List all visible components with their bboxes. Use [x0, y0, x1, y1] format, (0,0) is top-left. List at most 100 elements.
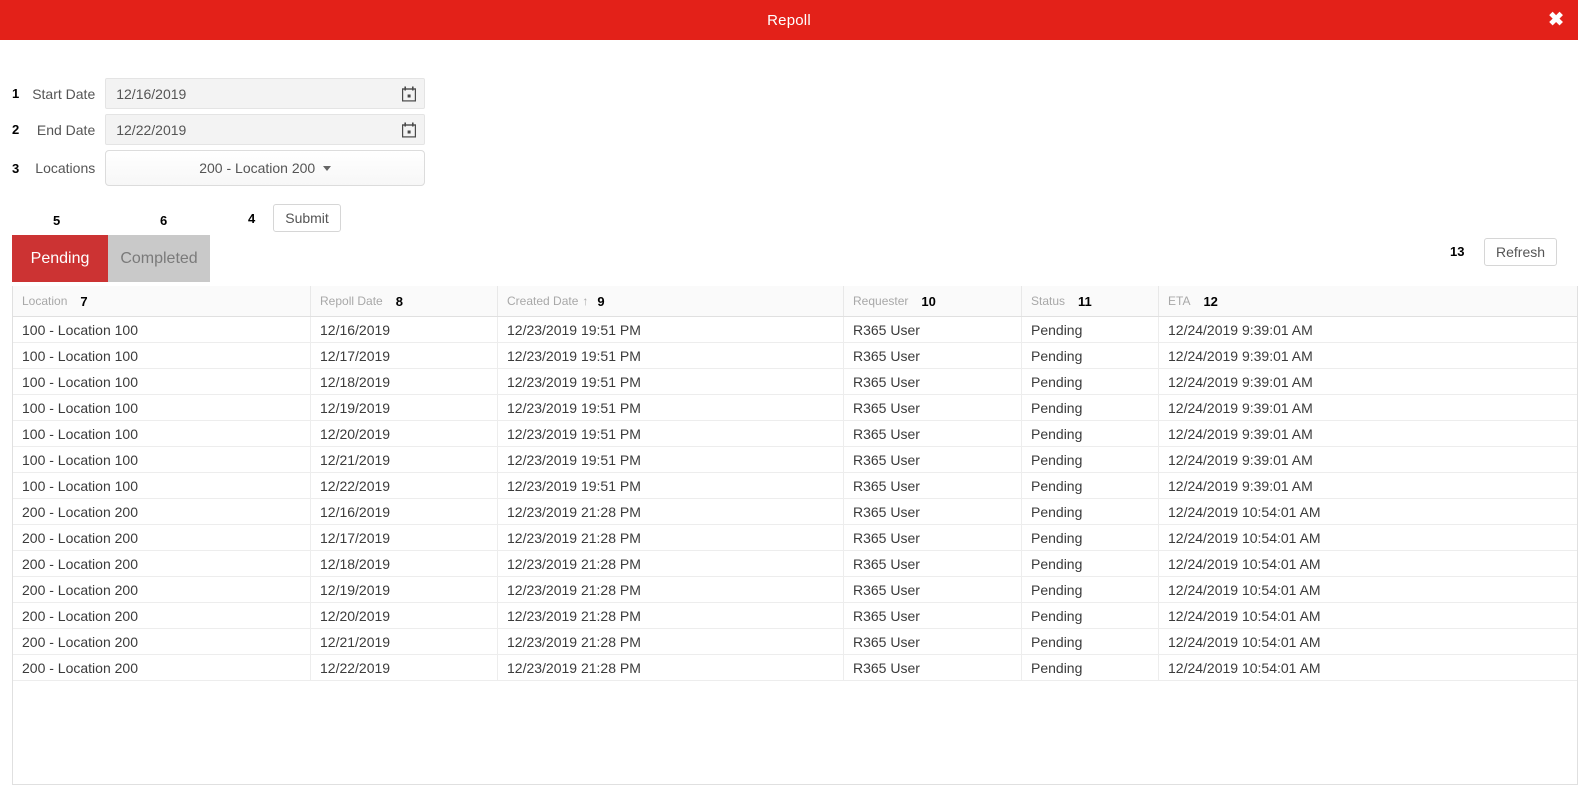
- annotation-12: 12: [1203, 293, 1218, 309]
- cell-eta: 12/24/2019 10:54:01 AM: [1168, 529, 1321, 546]
- table-row[interactable]: 100 - Location 100 12/21/2019 12/23/2019 1…: [13, 447, 1577, 473]
- cell-created-date: 12/23/2019 21:28 PM: [498, 603, 844, 628]
- cell-created-date: 12/23/2019 21:28 PM: [498, 629, 844, 654]
- cell-status: Pending: [1022, 395, 1159, 420]
- table-row[interactable]: 200 - Location 200 12/18/2019 12/23/2019 2…: [13, 551, 1577, 577]
- cell-repoll-date: 12/18/2019: [311, 369, 498, 394]
- calendar-icon[interactable]: [402, 86, 417, 102]
- table-row[interactable]: 100 - Location 100 12/20/2019 12/23/2019 1…: [13, 421, 1577, 447]
- column-header-requester[interactable]: Requester 10: [844, 286, 1022, 316]
- annotation-5: 5: [53, 213, 61, 228]
- cell-repoll-date: 12/22/2019: [311, 473, 498, 498]
- annotation-9: 9: [597, 293, 605, 309]
- end-date-label: End Date: [36, 121, 96, 138]
- cell-repoll-date: 12/17/2019: [311, 343, 498, 368]
- locations-dropdown[interactable]: 200 - Location 200: [105, 150, 426, 186]
- locations-label: Locations: [35, 160, 96, 176]
- annotation-3: 3: [12, 160, 20, 176]
- refresh-button[interactable]: Refresh: [1484, 238, 1558, 266]
- cell-requester: R365 User: [844, 369, 1022, 394]
- cell-status: Pending: [1022, 317, 1159, 342]
- table-row[interactable]: 100 - Location 100 12/19/2019 12/23/2019 1…: [13, 395, 1577, 421]
- grid-header-row: Location 7 Repoll Date 8 Created Date ↑ …: [13, 286, 1577, 317]
- cell-location: 100 - Location 100: [13, 421, 311, 446]
- column-header-eta[interactable]: ETA 12: [1159, 286, 1577, 316]
- cell-requester: R365 User: [844, 603, 1022, 628]
- cell-created-date: 12/23/2019 21:28 PM: [498, 577, 844, 602]
- column-header-status[interactable]: Status 11: [1022, 286, 1159, 316]
- tab-pending[interactable]: Pending: [12, 235, 108, 282]
- cell-requester: R365 User: [844, 525, 1022, 550]
- cell-eta: 12/24/2019 9:39:01 AM: [1168, 321, 1313, 338]
- cell-status: Pending: [1022, 629, 1159, 654]
- cell-requester: R365 User: [844, 629, 1022, 654]
- cell-requester: R365 User: [844, 317, 1022, 342]
- cell-location: 100 - Location 100: [13, 447, 311, 472]
- cell-created-date: 12/23/2019 21:28 PM: [498, 499, 844, 524]
- table-row[interactable]: 200 - Location 200 12/17/2019 12/23/2019 2…: [13, 525, 1577, 551]
- sort-ascending-icon: ↑: [582, 294, 589, 308]
- tab-completed-label: Completed: [120, 249, 198, 267]
- cell-repoll-date: 12/20/2019: [311, 603, 498, 628]
- cell-location: 100 - Location 100: [13, 369, 311, 394]
- tab-bar: Pending Completed: [12, 235, 210, 282]
- cell-requester: R365 User: [844, 447, 1022, 472]
- cell-repoll-date: 12/18/2019: [311, 551, 498, 576]
- table-row[interactable]: 200 - Location 200 12/19/2019 12/23/2019 2…: [13, 577, 1577, 603]
- table-row[interactable]: 100 - Location 100 12/17/2019 12/23/2019 1…: [13, 343, 1577, 369]
- column-header-created-date[interactable]: Created Date ↑ 9: [498, 286, 844, 316]
- tab-completed[interactable]: Completed: [108, 235, 210, 282]
- cell-location: 100 - Location 100: [13, 395, 311, 420]
- table-row[interactable]: 200 - Location 200 12/21/2019 12/23/2019 2…: [13, 629, 1577, 655]
- annotation-8: 8: [395, 293, 403, 309]
- cell-status: Pending: [1022, 603, 1159, 628]
- table-row[interactable]: 200 - Location 200 12/20/2019 12/23/2019 2…: [13, 603, 1577, 629]
- tab-pending-label: Pending: [30, 249, 90, 267]
- table-row[interactable]: 200 - Location 200 12/22/2019 12/23/2019 2…: [13, 655, 1577, 681]
- column-header-repoll-date[interactable]: Repoll Date 8: [311, 286, 498, 316]
- table-row[interactable]: 100 - Location 100 12/18/2019 12/23/2019 1…: [13, 369, 1577, 395]
- calendar-icon[interactable]: [402, 122, 417, 138]
- cell-repoll-date: 12/17/2019: [311, 525, 498, 550]
- cell-eta: 12/24/2019 9:39:01 AM: [1168, 399, 1313, 416]
- cell-location: 100 - Location 100: [13, 317, 311, 342]
- annotation-6: 6: [160, 213, 168, 228]
- cell-location: 200 - Location 200: [13, 499, 311, 524]
- cell-created-date: 12/23/2019 19:51 PM: [498, 473, 844, 498]
- table-row[interactable]: 100 - Location 100 12/16/2019 12/23/2019 1…: [13, 317, 1577, 343]
- submit-button[interactable]: Submit: [273, 204, 341, 232]
- grid-body: 100 - Location 100 12/16/2019 12/23/2019 1…: [13, 317, 1577, 681]
- cell-created-date: 12/23/2019 19:51 PM: [498, 317, 844, 342]
- modal-header: Repoll ✖: [0, 0, 1578, 40]
- start-date-wrap: [105, 78, 426, 109]
- annotation-2: 2: [12, 122, 20, 137]
- close-icon[interactable]: ✖: [1548, 11, 1564, 30]
- cell-status: Pending: [1022, 551, 1159, 576]
- cell-requester: R365 User: [844, 395, 1022, 420]
- column-header-location[interactable]: Location 7: [13, 286, 311, 316]
- cell-eta: 12/24/2019 9:39:01 AM: [1168, 477, 1313, 494]
- cell-location: 100 - Location 100: [13, 473, 311, 498]
- cell-eta: 12/24/2019 10:54:01 AM: [1168, 633, 1321, 650]
- table-row[interactable]: 200 - Location 200 12/16/2019 12/23/2019 2…: [13, 499, 1577, 525]
- cell-requester: R365 User: [844, 421, 1022, 446]
- end-date-input[interactable]: [105, 114, 426, 145]
- cell-location: 200 - Location 200: [13, 525, 311, 550]
- caret-down-icon: [323, 165, 332, 171]
- cell-repoll-date: 12/22/2019: [311, 655, 498, 680]
- table-row[interactable]: 100 - Location 100 12/22/2019 12/23/2019 1…: [13, 473, 1577, 499]
- start-date-row: 1 Start Date: [12, 78, 426, 109]
- column-header-created-date-label: Created Date: [507, 294, 579, 308]
- start-date-input[interactable]: [105, 78, 426, 109]
- cell-repoll-date: 12/20/2019: [311, 421, 498, 446]
- cell-created-date: 12/23/2019 21:28 PM: [498, 525, 844, 550]
- cell-created-date: 12/23/2019 19:51 PM: [498, 343, 844, 368]
- cell-requester: R365 User: [844, 343, 1022, 368]
- repoll-grid: Location 7 Repoll Date 8 Created Date ↑ …: [12, 286, 1578, 785]
- cell-status: Pending: [1022, 421, 1159, 446]
- cell-location: 200 - Location 200: [13, 603, 311, 628]
- cell-eta: 12/24/2019 10:54:01 AM: [1168, 503, 1321, 520]
- cell-eta: 12/24/2019 10:54:01 AM: [1168, 607, 1321, 624]
- submit-row: 4 Submit: [248, 204, 341, 232]
- cell-repoll-date: 12/21/2019: [311, 629, 498, 654]
